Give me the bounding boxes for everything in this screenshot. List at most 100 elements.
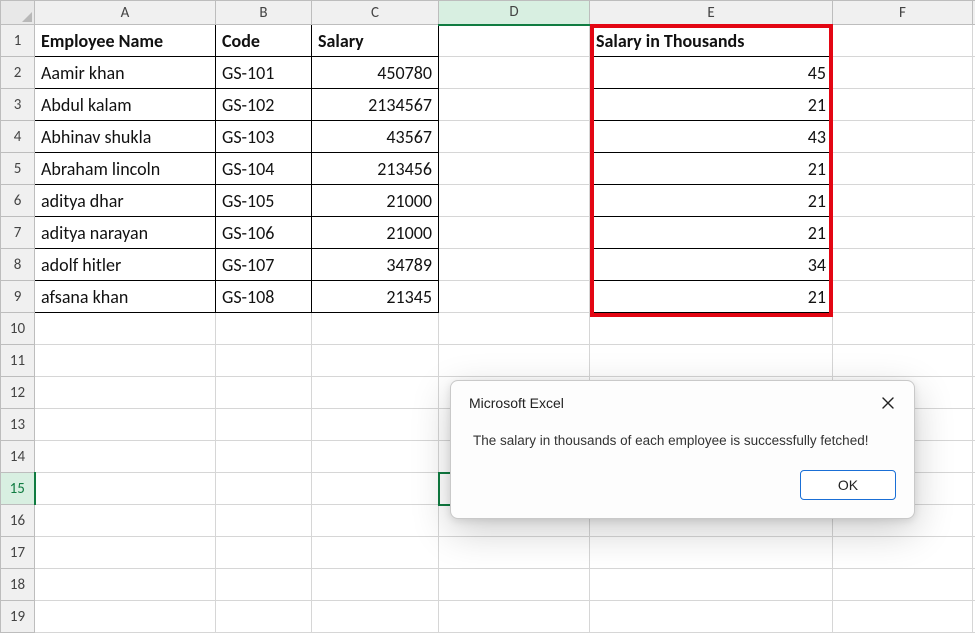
close-icon[interactable] [876, 391, 900, 415]
cell-C1[interactable]: Salary [312, 25, 439, 57]
cell-D3[interactable] [439, 89, 590, 121]
cell-D19[interactable] [439, 601, 590, 633]
cell-E6[interactable]: 21 [590, 185, 833, 217]
cell-A15[interactable] [35, 473, 216, 505]
cell-D8[interactable] [439, 249, 590, 281]
cell-C3[interactable]: 2134567 [312, 89, 439, 121]
row-header-8[interactable]: 8 [1, 249, 35, 281]
cell-B7[interactable]: GS-106 [216, 217, 312, 249]
cell-A16[interactable] [35, 505, 216, 537]
cell-D1[interactable] [439, 25, 590, 57]
cell-A2[interactable]: Aamir khan [35, 57, 216, 89]
cell-D10[interactable] [439, 313, 590, 345]
cell-A17[interactable] [35, 537, 216, 569]
cell-D17[interactable] [439, 537, 590, 569]
cell-B12[interactable] [216, 377, 312, 409]
row-header-11[interactable]: 11 [1, 345, 35, 377]
col-header-E[interactable]: E [590, 1, 833, 25]
cell-A14[interactable] [35, 441, 216, 473]
cell-F19[interactable] [833, 601, 973, 633]
spreadsheet[interactable]: A B C D E F G 1Employee NameCodeSalarySa… [0, 0, 975, 627]
row-header-13[interactable]: 13 [1, 409, 35, 441]
cell-F7[interactable] [833, 217, 973, 249]
cell-F17[interactable] [833, 537, 973, 569]
cell-A7[interactable]: aditya narayan [35, 217, 216, 249]
row-header-17[interactable]: 17 [1, 537, 35, 569]
cell-B16[interactable] [216, 505, 312, 537]
cell-A13[interactable] [35, 409, 216, 441]
cell-C9[interactable]: 21345 [312, 281, 439, 313]
cell-E1[interactable]: Salary in Thousands [590, 25, 833, 57]
cell-B14[interactable] [216, 441, 312, 473]
cell-A18[interactable] [35, 569, 216, 601]
cell-E4[interactable]: 43 [590, 121, 833, 153]
cell-B19[interactable] [216, 601, 312, 633]
row-header-10[interactable]: 10 [1, 313, 35, 345]
cell-A19[interactable] [35, 601, 216, 633]
cell-B5[interactable]: GS-104 [216, 153, 312, 185]
cell-C11[interactable] [312, 345, 439, 377]
cell-B1[interactable]: Code [216, 25, 312, 57]
cell-C17[interactable] [312, 537, 439, 569]
row-header-5[interactable]: 5 [1, 153, 35, 185]
cell-E3[interactable]: 21 [590, 89, 833, 121]
cell-C4[interactable]: 43567 [312, 121, 439, 153]
cell-F2[interactable] [833, 57, 973, 89]
col-header-C[interactable]: C [312, 1, 439, 25]
cell-B4[interactable]: GS-103 [216, 121, 312, 153]
cell-F9[interactable] [833, 281, 973, 313]
cell-B9[interactable]: GS-108 [216, 281, 312, 313]
row-header-19[interactable]: 19 [1, 601, 35, 633]
row-header-7[interactable]: 7 [1, 217, 35, 249]
cell-C14[interactable] [312, 441, 439, 473]
ok-button[interactable]: OK [800, 470, 896, 500]
cell-B6[interactable]: GS-105 [216, 185, 312, 217]
cell-A10[interactable] [35, 313, 216, 345]
grid[interactable]: A B C D E F G 1Employee NameCodeSalarySa… [0, 0, 975, 633]
cell-A1[interactable]: Employee Name [35, 25, 216, 57]
cell-C12[interactable] [312, 377, 439, 409]
row-header-2[interactable]: 2 [1, 57, 35, 89]
cell-E5[interactable]: 21 [590, 153, 833, 185]
col-header-F[interactable]: F [833, 1, 973, 25]
col-header-A[interactable]: A [35, 1, 216, 25]
cell-A4[interactable]: Abhinav shukla [35, 121, 216, 153]
row-header-18[interactable]: 18 [1, 569, 35, 601]
cell-B13[interactable] [216, 409, 312, 441]
cell-F3[interactable] [833, 89, 973, 121]
cell-A12[interactable] [35, 377, 216, 409]
cell-D9[interactable] [439, 281, 590, 313]
cell-C2[interactable]: 450780 [312, 57, 439, 89]
row-header-15[interactable]: 15 [1, 473, 35, 505]
cell-A8[interactable]: adolf hitler [35, 249, 216, 281]
cell-C5[interactable]: 213456 [312, 153, 439, 185]
cell-C6[interactable]: 21000 [312, 185, 439, 217]
cell-F4[interactable] [833, 121, 973, 153]
select-all-corner[interactable] [1, 1, 35, 25]
cell-C7[interactable]: 21000 [312, 217, 439, 249]
col-header-D[interactable]: D [439, 1, 590, 25]
cell-B15[interactable] [216, 473, 312, 505]
cell-B3[interactable]: GS-102 [216, 89, 312, 121]
cell-E2[interactable]: 45 [590, 57, 833, 89]
cell-C10[interactable] [312, 313, 439, 345]
cell-A9[interactable]: afsana khan [35, 281, 216, 313]
cell-C19[interactable] [312, 601, 439, 633]
cell-A11[interactable] [35, 345, 216, 377]
cell-C18[interactable] [312, 569, 439, 601]
row-header-4[interactable]: 4 [1, 121, 35, 153]
cell-B11[interactable] [216, 345, 312, 377]
cell-C13[interactable] [312, 409, 439, 441]
cell-B10[interactable] [216, 313, 312, 345]
cell-F11[interactable] [833, 345, 973, 377]
cell-D6[interactable] [439, 185, 590, 217]
cell-A5[interactable]: Abraham lincoln [35, 153, 216, 185]
row-header-1[interactable]: 1 [1, 25, 35, 57]
cell-E9[interactable]: 21 [590, 281, 833, 313]
cell-C8[interactable]: 34789 [312, 249, 439, 281]
cell-E19[interactable] [590, 601, 833, 633]
cell-C15[interactable] [312, 473, 439, 505]
row-header-16[interactable]: 16 [1, 505, 35, 537]
row-header-3[interactable]: 3 [1, 89, 35, 121]
cell-D11[interactable] [439, 345, 590, 377]
